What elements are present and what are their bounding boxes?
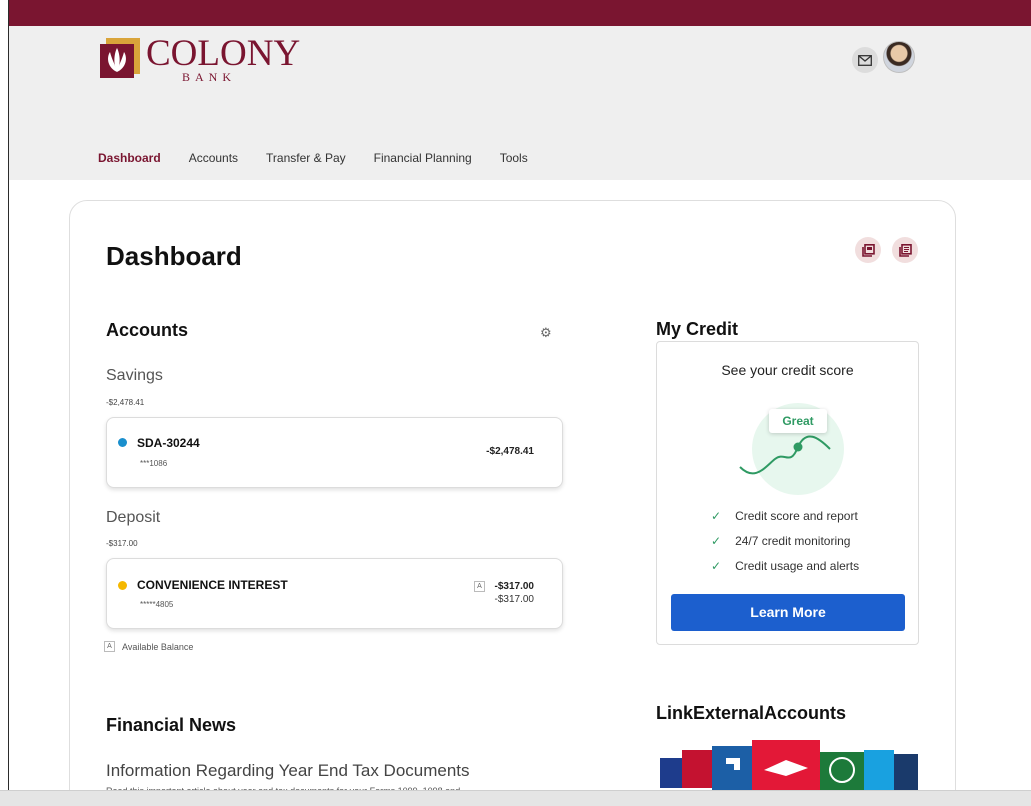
avatar[interactable] bbox=[883, 41, 915, 73]
credit-promo-card: See your credit score Great ✓ Credit scor… bbox=[656, 341, 919, 645]
group-total-deposit: -$317.00 bbox=[106, 539, 138, 548]
financial-news-title: Financial News bbox=[106, 715, 237, 735]
nav-tools[interactable]: Tools bbox=[500, 151, 528, 165]
account-balance-secondary: -$317.00 bbox=[494, 594, 534, 605]
chase-logo-icon bbox=[712, 746, 752, 792]
group-label-savings: Savings bbox=[106, 367, 163, 384]
statements-icon bbox=[898, 243, 912, 257]
credit-rating-pill: Great bbox=[769, 409, 827, 433]
usbank-logo-icon bbox=[660, 758, 682, 788]
wellsfargo-logo-icon bbox=[682, 750, 712, 788]
colony-lotus-icon bbox=[100, 38, 140, 78]
credit-feature: ✓ 24/7 credit monitoring bbox=[711, 534, 850, 548]
colony-bank-logo[interactable]: COLONY BANK bbox=[98, 30, 301, 86]
nav-dashboard[interactable]: Dashboard bbox=[98, 151, 161, 165]
credit-feature-label: Credit score and report bbox=[735, 509, 858, 523]
account-status-dot bbox=[118, 438, 127, 447]
accounts-title: Accounts bbox=[106, 320, 189, 340]
account-number: *****4805 bbox=[140, 600, 174, 609]
account-card-sda-30244[interactable]: SDA-30244 ***1086 -$2,478.41 bbox=[106, 417, 563, 488]
messages-button[interactable] bbox=[852, 47, 878, 73]
account-name: SDA-30244 bbox=[137, 436, 200, 450]
credit-feature: ✓ Credit usage and alerts bbox=[711, 559, 859, 573]
link-external-accounts-title: LinkExternalAccounts bbox=[656, 703, 847, 723]
nav-transfer-pay[interactable]: Transfer & Pay bbox=[266, 151, 346, 165]
available-balance-legend: Available Balance bbox=[122, 642, 194, 652]
nav-financial-planning[interactable]: Financial Planning bbox=[374, 151, 472, 165]
credit-heading: See your credit score bbox=[721, 362, 854, 378]
brand-sub: BANK bbox=[182, 70, 237, 84]
external-bank-logos[interactable] bbox=[660, 740, 920, 792]
available-balance-badge: A bbox=[474, 581, 485, 592]
bottom-scroll-area bbox=[0, 790, 1031, 806]
check-icon: ✓ bbox=[711, 509, 722, 523]
credit-feature-label: Credit usage and alerts bbox=[735, 559, 860, 573]
account-card-convenience-interest[interactable]: CONVENIENCE INTEREST *****4805 A -$317.0… bbox=[106, 558, 563, 629]
account-balance: -$317.00 bbox=[494, 581, 534, 592]
account-status-dot bbox=[118, 581, 127, 590]
citi-logo-icon bbox=[864, 750, 894, 790]
top-brand-bar bbox=[9, 0, 1031, 26]
credit-feature: ✓ Credit score and report bbox=[711, 509, 858, 523]
credit-feature-label: 24/7 credit monitoring bbox=[735, 534, 851, 548]
learn-more-button[interactable]: Learn More bbox=[671, 594, 905, 631]
usaa-logo-icon bbox=[894, 754, 918, 790]
gear-icon[interactable]: ⚙ bbox=[540, 325, 552, 341]
nav-accounts[interactable]: Accounts bbox=[189, 151, 238, 165]
page-title: Dashboard bbox=[106, 241, 242, 271]
main-nav: Dashboard Accounts Transfer & Pay Financ… bbox=[98, 151, 528, 165]
available-balance-legend-badge: A bbox=[104, 641, 115, 652]
group-label-deposit: Deposit bbox=[106, 509, 161, 526]
my-credit-title: My Credit bbox=[656, 319, 739, 339]
account-number: ***1086 bbox=[140, 459, 168, 468]
account-name: CONVENIENCE INTEREST bbox=[137, 578, 288, 592]
account-balance: -$2,478.41 bbox=[486, 446, 534, 457]
news-headline[interactable]: Information Regarding Year End Tax Docum… bbox=[106, 761, 470, 781]
mail-icon bbox=[858, 54, 872, 66]
group-total-savings: -$2,478.41 bbox=[106, 398, 145, 407]
documents-icon bbox=[861, 243, 875, 257]
statements-button[interactable] bbox=[892, 237, 918, 263]
brand-name: COLONY bbox=[146, 33, 301, 74]
documents-button[interactable] bbox=[855, 237, 881, 263]
check-icon: ✓ bbox=[711, 534, 722, 548]
check-icon: ✓ bbox=[711, 559, 722, 573]
